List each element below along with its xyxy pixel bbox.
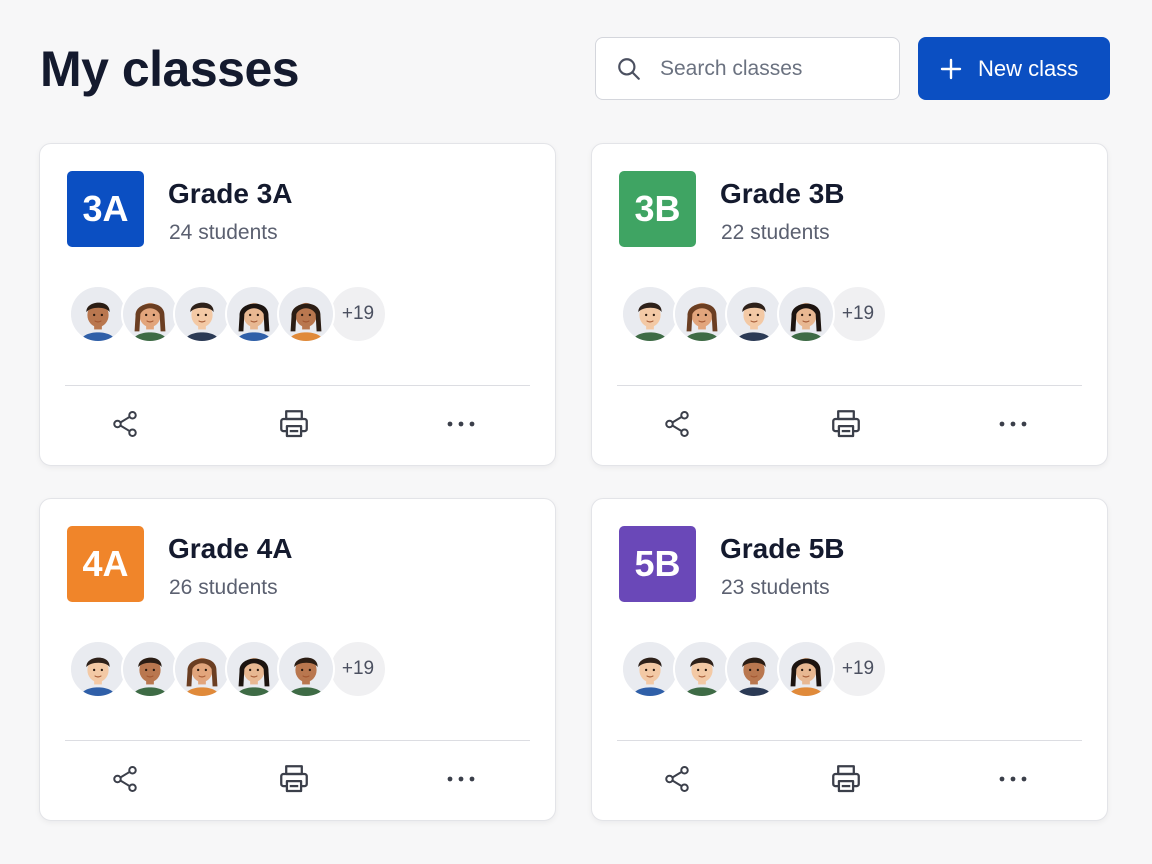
class-name[interactable]: Grade 5B [720,533,845,565]
student-count: 24 students [169,221,278,244]
search-box[interactable] [595,37,900,100]
class-card[interactable]: 3A Grade 3A 24 students +19 [39,143,556,466]
student-avatar [69,285,127,343]
more-horizontal-icon[interactable] [437,759,485,799]
class-card[interactable]: 5B Grade 5B 23 students +19 [591,498,1108,821]
student-avatar [725,285,783,343]
class-name[interactable]: Grade 3B [720,178,845,210]
student-avatar [225,285,283,343]
class-badge: 5B [619,526,696,602]
avatar-stack[interactable]: +19 [621,640,887,698]
page-header: My classes New class [40,36,1110,100]
student-avatar [173,640,231,698]
student-avatar [673,285,731,343]
student-avatar [121,285,179,343]
more-horizontal-icon[interactable] [437,404,485,444]
class-badge: 4A [67,526,144,602]
search-icon [618,57,640,80]
class-badge: 3A [67,171,144,247]
search-input[interactable] [660,56,880,81]
student-avatar [673,640,731,698]
class-card[interactable]: 3B Grade 3B 22 students +19 [591,143,1108,466]
avatar-stack[interactable]: +19 [69,285,387,343]
printer-icon[interactable] [270,759,318,799]
card-divider [617,740,1082,741]
student-avatar [725,640,783,698]
class-card[interactable]: 4A Grade 4A 26 students +19 [39,498,556,821]
more-horizontal-icon[interactable] [989,404,1037,444]
card-divider [65,740,530,741]
class-name[interactable]: Grade 4A [168,533,293,565]
share-icon[interactable] [653,404,701,444]
new-class-button[interactable]: New class [918,37,1110,100]
student-avatar [777,640,835,698]
student-avatar [621,640,679,698]
student-avatar [621,285,679,343]
student-avatar [277,640,335,698]
student-count: 23 students [721,576,830,599]
student-avatar [173,285,231,343]
card-divider [65,385,530,386]
avatar-stack[interactable]: +19 [621,285,887,343]
student-avatar [69,640,127,698]
student-avatar [121,640,179,698]
student-count: 22 students [721,221,830,244]
page-title: My classes [40,41,300,97]
student-avatar [777,285,835,343]
avatar-stack[interactable]: +19 [69,640,387,698]
more-students-count[interactable]: +19 [329,285,387,343]
student-count: 26 students [169,576,278,599]
plus-icon [940,58,962,80]
student-avatar [225,640,283,698]
more-students-count[interactable]: +19 [829,285,887,343]
share-icon[interactable] [101,404,149,444]
printer-icon[interactable] [270,404,318,444]
share-icon[interactable] [653,759,701,799]
share-icon[interactable] [101,759,149,799]
printer-icon[interactable] [822,404,870,444]
printer-icon[interactable] [822,759,870,799]
new-class-label: New class [978,55,1079,81]
more-horizontal-icon[interactable] [989,759,1037,799]
class-name[interactable]: Grade 3A [168,178,293,210]
card-divider [617,385,1082,386]
class-badge: 3B [619,171,696,247]
student-avatar [277,285,335,343]
more-students-count[interactable]: +19 [329,640,387,698]
more-students-count[interactable]: +19 [829,640,887,698]
